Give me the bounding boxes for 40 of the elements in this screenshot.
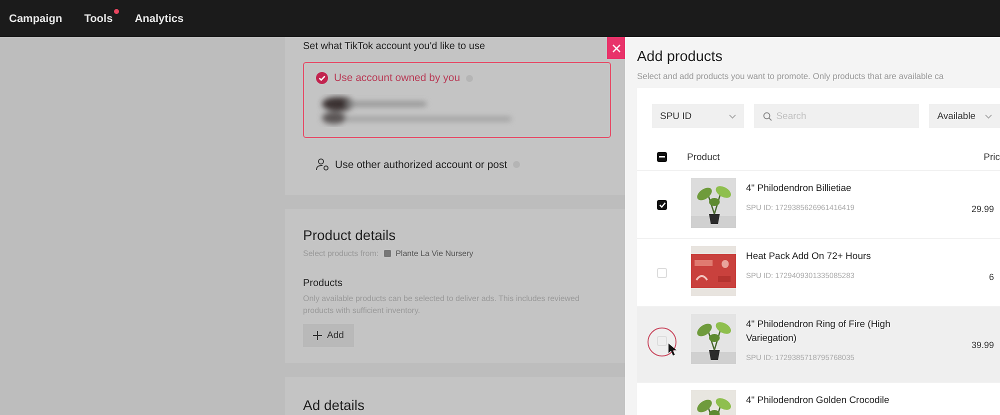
store-icon [384, 250, 391, 257]
row-checkbox[interactable] [657, 200, 667, 210]
option-label: Use other authorized account or post [335, 158, 508, 170]
nav-tab[interactable]: Campaign [9, 12, 62, 24]
drawer-subtitle: Select and add products you want to promote. Only products that are available ca [637, 71, 945, 81]
field-label: Products [303, 278, 344, 289]
id-dropdown[interactable]: SPU ID [652, 104, 744, 128]
plus-icon [313, 331, 322, 340]
check-circle-icon [316, 72, 328, 84]
option-label: Use account owned by you [334, 72, 460, 84]
status-dropdown[interactable]: Available [929, 104, 1000, 128]
section-title: Product details [303, 227, 397, 243]
nav-tab[interactable]: Tools [84, 12, 113, 24]
minus-icon [659, 156, 665, 158]
store-name: Plante La Vie Nursery [396, 249, 474, 258]
column-header: Pric [984, 152, 1000, 162]
add-button[interactable]: Add [303, 324, 354, 348]
product-row[interactable]: 4" Philodendron Golden Crocodile [637, 382, 1000, 415]
close-icon [612, 44, 620, 52]
chevron-down-icon [985, 114, 992, 118]
product-price: 6 [988, 272, 994, 282]
cursor-icon [668, 343, 677, 356]
section-title: Ad details [303, 397, 366, 414]
product-price: 29.99 [971, 204, 994, 214]
product-price: 39.99 [971, 340, 994, 350]
section-prompt: Set what TikTok account you'd like to use [303, 41, 486, 52]
click-ring-icon [647, 327, 677, 357]
product-name: Heat Pack Add On 72+ Hours [746, 250, 872, 264]
column-header: Product [687, 152, 721, 162]
account-option[interactable]: Use other authorized account or post [303, 148, 611, 181]
product-name: 4" Philodendron Billietiae [746, 182, 852, 196]
product-name: 4" Philodendron Ring of Fire (High Variegation) [746, 318, 892, 346]
select-all-checkbox[interactable] [657, 152, 667, 162]
search-icon [763, 112, 772, 120]
close-button[interactable] [607, 37, 625, 59]
drawer-title: Add products [637, 49, 724, 65]
product-name: 4" Philodendron Golden Crocodile [746, 394, 890, 408]
nav-tab[interactable]: Analytics [134, 12, 184, 24]
chevron-down-icon [729, 114, 736, 118]
check-icon [658, 202, 666, 208]
